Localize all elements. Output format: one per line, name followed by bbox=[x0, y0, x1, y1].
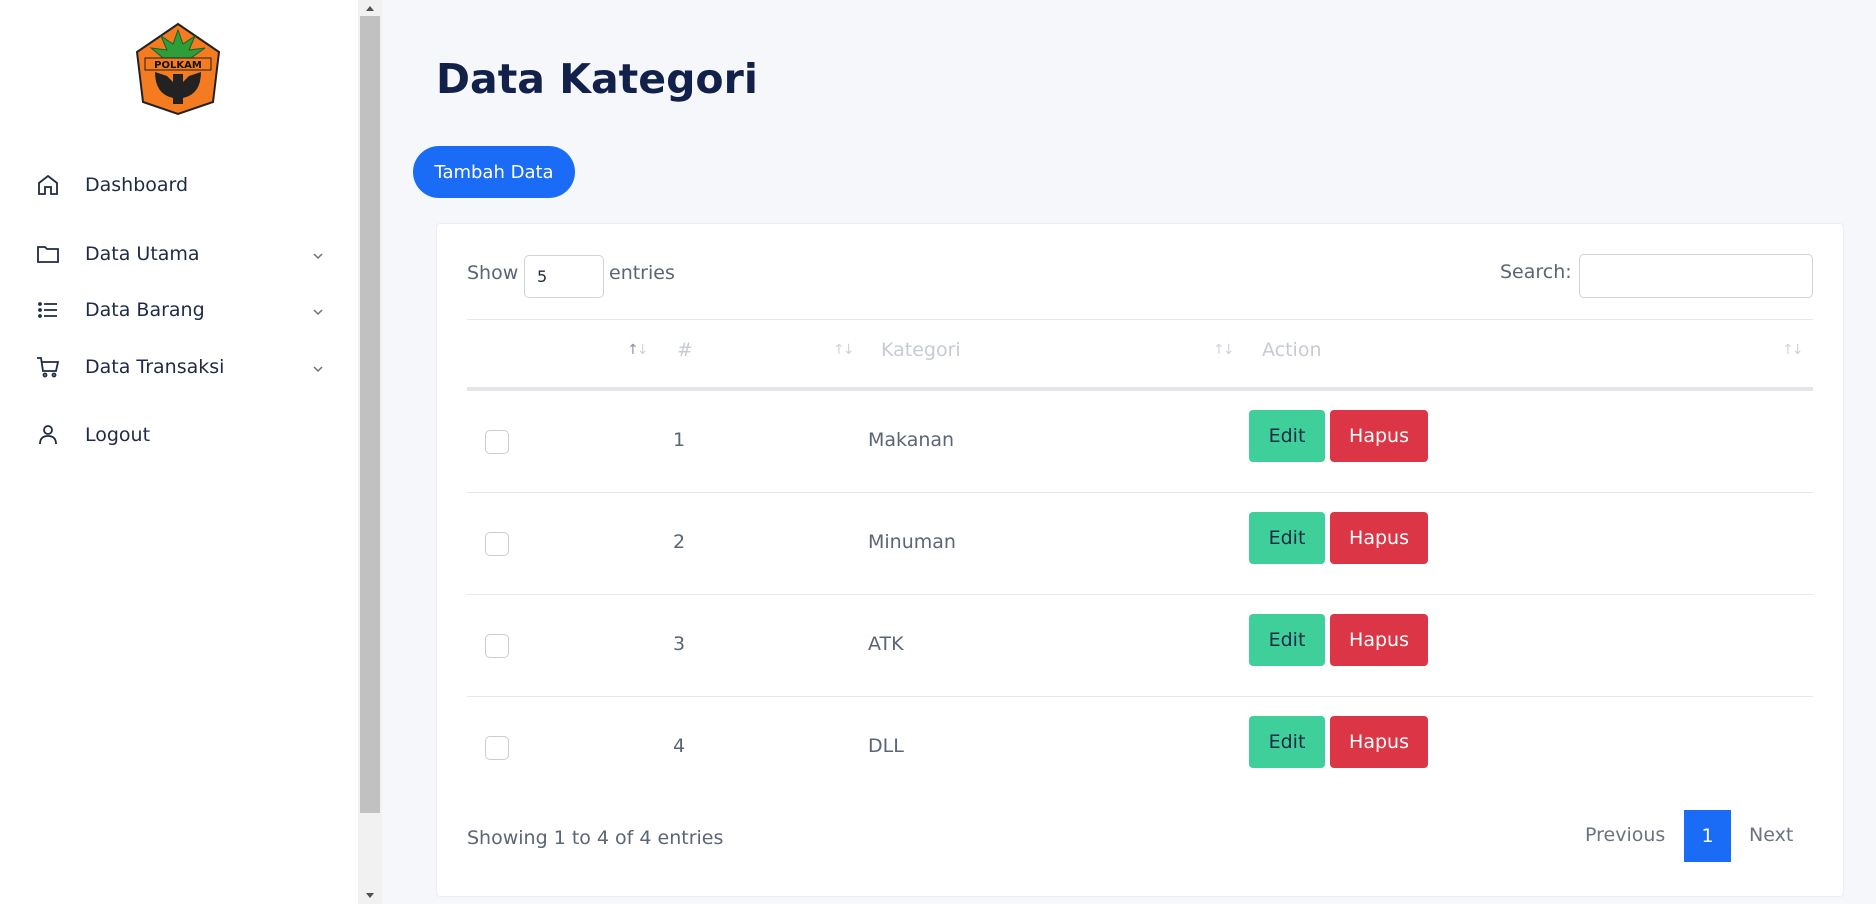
sidebar-item-label: Data Transaksi bbox=[85, 356, 225, 378]
sidebar-item-data-barang[interactable]: Data Barang bbox=[34, 290, 324, 330]
sidebar: POLKAM Dashboard Data Utama Data Barang bbox=[0, 0, 358, 904]
row-checkbox[interactable] bbox=[485, 430, 509, 454]
column-header-number[interactable]: # bbox=[677, 339, 693, 361]
sidebar-item-label: Data Barang bbox=[85, 299, 205, 321]
scroll-down-arrow-icon[interactable] bbox=[358, 888, 382, 904]
sidebar-item-label: Data Utama bbox=[85, 243, 200, 265]
row-number: 2 bbox=[673, 531, 686, 553]
data-table-card: Show 5 entries Search: ↑↓ # ↑↓ Kategori … bbox=[436, 223, 1844, 897]
chevron-down-icon bbox=[312, 360, 324, 379]
sidebar-scrollbar[interactable] bbox=[358, 0, 382, 904]
edit-button[interactable]: Edit bbox=[1249, 716, 1325, 768]
search-label: Search: bbox=[1500, 261, 1572, 283]
user-icon bbox=[34, 421, 62, 449]
row-kategori: Minuman bbox=[868, 531, 956, 553]
scrollbar-thumb[interactable] bbox=[360, 16, 380, 813]
column-header-kategori[interactable]: Kategori bbox=[881, 339, 961, 361]
delete-button[interactable]: Hapus bbox=[1330, 410, 1428, 462]
pagination-next[interactable]: Next bbox=[1749, 824, 1793, 846]
sidebar-item-data-utama[interactable]: Data Utama bbox=[34, 234, 324, 274]
table-info-text: Showing 1 to 4 of 4 entries bbox=[467, 827, 724, 849]
row-checkbox[interactable] bbox=[485, 736, 509, 760]
add-data-button[interactable]: Tambah Data bbox=[413, 146, 575, 198]
logo-text: POLKAM bbox=[154, 60, 202, 71]
row-kategori: ATK bbox=[868, 633, 904, 655]
list-icon bbox=[34, 296, 62, 324]
row-number: 1 bbox=[673, 429, 686, 451]
row-checkbox[interactable] bbox=[485, 532, 509, 556]
row-kategori: Makanan bbox=[868, 429, 955, 451]
pagination-previous[interactable]: Previous bbox=[1585, 824, 1665, 846]
row-number: 3 bbox=[673, 633, 686, 655]
sidebar-item-label: Dashboard bbox=[85, 174, 189, 196]
row-checkbox[interactable] bbox=[485, 634, 509, 658]
page-title: Data Kategori bbox=[436, 55, 758, 103]
entries-label: entries bbox=[609, 262, 675, 284]
polkam-logo: POLKAM bbox=[133, 22, 223, 116]
row-number: 4 bbox=[673, 735, 686, 757]
sidebar-item-label: Logout bbox=[85, 424, 151, 446]
sort-icon[interactable]: ↑↓ bbox=[833, 342, 855, 358]
row-kategori: DLL bbox=[868, 735, 904, 757]
search-input[interactable] bbox=[1579, 254, 1813, 298]
sort-icon[interactable]: ↑↓ bbox=[627, 342, 649, 358]
entries-length-select[interactable]: 5 bbox=[524, 255, 604, 298]
table-row: 2 Minuman Edit Hapus bbox=[467, 493, 1813, 595]
folder-icon bbox=[34, 240, 62, 268]
table-row: 4 DLL Edit Hapus bbox=[467, 697, 1813, 799]
chevron-down-icon bbox=[312, 303, 324, 322]
cart-icon bbox=[34, 353, 62, 381]
chevron-down-icon bbox=[312, 247, 324, 266]
scroll-up-arrow-icon[interactable] bbox=[358, 0, 382, 16]
table-header-top-border bbox=[467, 319, 1813, 320]
column-header-action[interactable]: Action bbox=[1262, 339, 1322, 361]
sort-icon[interactable]: ↑↓ bbox=[1213, 342, 1235, 358]
edit-button[interactable]: Edit bbox=[1249, 512, 1325, 564]
pagination-page-current[interactable]: 1 bbox=[1684, 810, 1731, 862]
table-row: 1 Makanan Edit Hapus bbox=[467, 391, 1813, 493]
sidebar-item-logout[interactable]: Logout bbox=[34, 415, 324, 455]
delete-button[interactable]: Hapus bbox=[1330, 512, 1428, 564]
sort-icon[interactable]: ↑↓ bbox=[1782, 342, 1804, 358]
edit-button[interactable]: Edit bbox=[1249, 614, 1325, 666]
edit-button[interactable]: Edit bbox=[1249, 410, 1325, 462]
home-icon bbox=[34, 171, 62, 199]
delete-button[interactable]: Hapus bbox=[1330, 614, 1428, 666]
sidebar-item-data-transaksi[interactable]: Data Transaksi bbox=[34, 347, 324, 387]
table-row: 3 ATK Edit Hapus bbox=[467, 595, 1813, 697]
sidebar-item-dashboard[interactable]: Dashboard bbox=[34, 165, 324, 205]
delete-button[interactable]: Hapus bbox=[1330, 716, 1428, 768]
show-label: Show bbox=[467, 262, 519, 284]
